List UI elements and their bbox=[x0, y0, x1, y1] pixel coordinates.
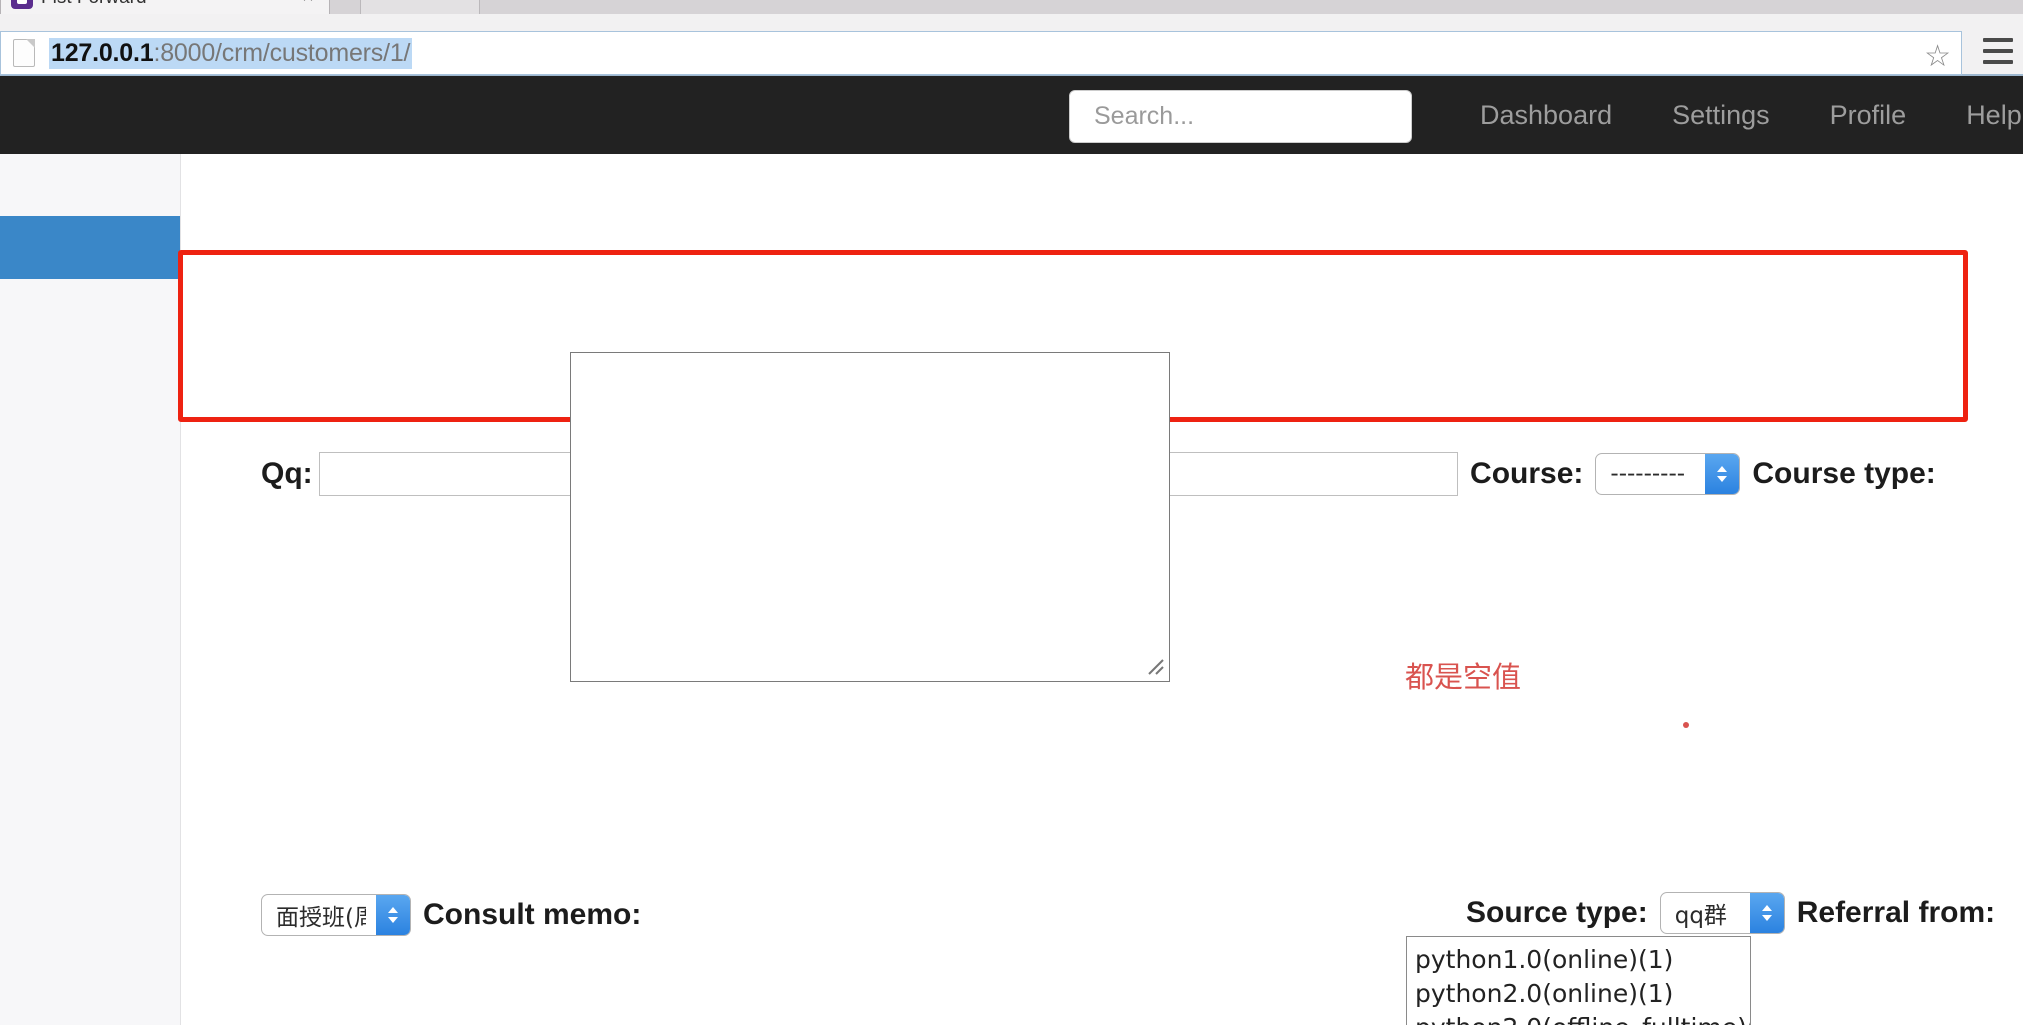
close-icon[interactable]: × bbox=[297, 0, 319, 9]
nav-link-settings[interactable]: Settings bbox=[1642, 76, 1800, 154]
browser-window: Fist Forward × 127.0.0.1:8000/crm/custom… bbox=[0, 0, 2023, 1025]
source-type-select[interactable]: qq群 bbox=[1659, 892, 1785, 934]
nav-link-dashboard[interactable]: Dashboard bbox=[1450, 76, 1642, 154]
favicon-icon bbox=[11, 0, 33, 9]
browser-toolbar: 127.0.0.1:8000/crm/customers/1/ ☆ bbox=[0, 14, 2023, 76]
page-document-icon bbox=[13, 39, 35, 67]
course-type-select-value: 面授班(周末) bbox=[276, 905, 366, 931]
main-panel: 都是空值 Qq: Name: Phone: Course: --------- bbox=[178, 154, 2023, 1025]
course-select-value: --------- bbox=[1610, 461, 1686, 487]
chevron-updown-icon[interactable] bbox=[1705, 454, 1740, 494]
referral-from-label: Referral from: bbox=[1796, 896, 1996, 929]
course-type-select[interactable]: 面授班(周末) bbox=[261, 894, 411, 936]
list-item[interactable]: python1.0(online)(1) bbox=[1415, 943, 1744, 977]
sidebar-item-active[interactable] bbox=[0, 216, 180, 279]
list-item[interactable]: python2.0(offline_fulltime)(1) bbox=[1415, 1011, 1750, 1025]
chevron-updown-icon[interactable] bbox=[1749, 893, 1784, 933]
bookmark-star-icon[interactable]: ☆ bbox=[1924, 42, 1951, 72]
course-select[interactable]: --------- bbox=[1595, 453, 1741, 495]
nav-link-profile[interactable]: Profile bbox=[1800, 76, 1937, 154]
consult-memo-label: Consult memo: bbox=[423, 898, 642, 931]
list-item[interactable]: python2.0(online)(1) bbox=[1415, 977, 1744, 1011]
hamburger-menu-icon[interactable] bbox=[1983, 38, 2013, 64]
search-box[interactable] bbox=[1069, 90, 1412, 143]
sidebar: ain av item tion bbox=[0, 154, 181, 1025]
address-bar[interactable]: 127.0.0.1:8000/crm/customers/1/ bbox=[0, 31, 1962, 75]
course-type-label: Course type: bbox=[1752, 457, 1936, 490]
app-navbar: ard Dashboard Settings Profile Help bbox=[0, 76, 2023, 154]
course-label: Course: bbox=[1470, 457, 1584, 490]
content-area: ain av item tion 都是空值 Qq: Name: Phone: C… bbox=[0, 154, 2023, 1025]
navbar-links: Dashboard Settings Profile Help bbox=[1450, 76, 2023, 154]
source-type-select-value: qq群 bbox=[1674, 903, 1727, 929]
browser-tab-inactive[interactable] bbox=[360, 0, 480, 14]
form-row-source: Source type: qq群 Referral from: bbox=[1466, 892, 1995, 934]
search-input[interactable] bbox=[1092, 101, 1411, 132]
annotation-dot bbox=[1683, 722, 1689, 728]
nav-link-help[interactable]: Help bbox=[1936, 76, 2023, 154]
url-host: 127.0.0.1 bbox=[51, 38, 154, 67]
annotation-note: 都是空值 bbox=[1405, 660, 1522, 694]
browser-tabstrip: Fist Forward × bbox=[0, 0, 2023, 14]
consult-memo-textarea[interactable] bbox=[570, 352, 1170, 682]
source-type-label: Source type: bbox=[1466, 896, 1648, 929]
qq-label: Qq: bbox=[261, 457, 313, 490]
url-path: :8000/crm/customers/1/ bbox=[153, 38, 411, 67]
class-list-multiselect[interactable]: python1.0(online)(1) python2.0(online)(1… bbox=[1406, 936, 1751, 1025]
phone-input[interactable] bbox=[1148, 452, 1459, 496]
url-text: 127.0.0.1:8000/crm/customers/1/ bbox=[49, 37, 413, 69]
form-row-memo: 面授班(周末) Consult memo: bbox=[261, 894, 641, 936]
chevron-updown-icon[interactable] bbox=[376, 895, 410, 935]
browser-tab-active[interactable]: Fist Forward × bbox=[0, 0, 330, 14]
tab-title: Fist Forward bbox=[41, 0, 297, 9]
